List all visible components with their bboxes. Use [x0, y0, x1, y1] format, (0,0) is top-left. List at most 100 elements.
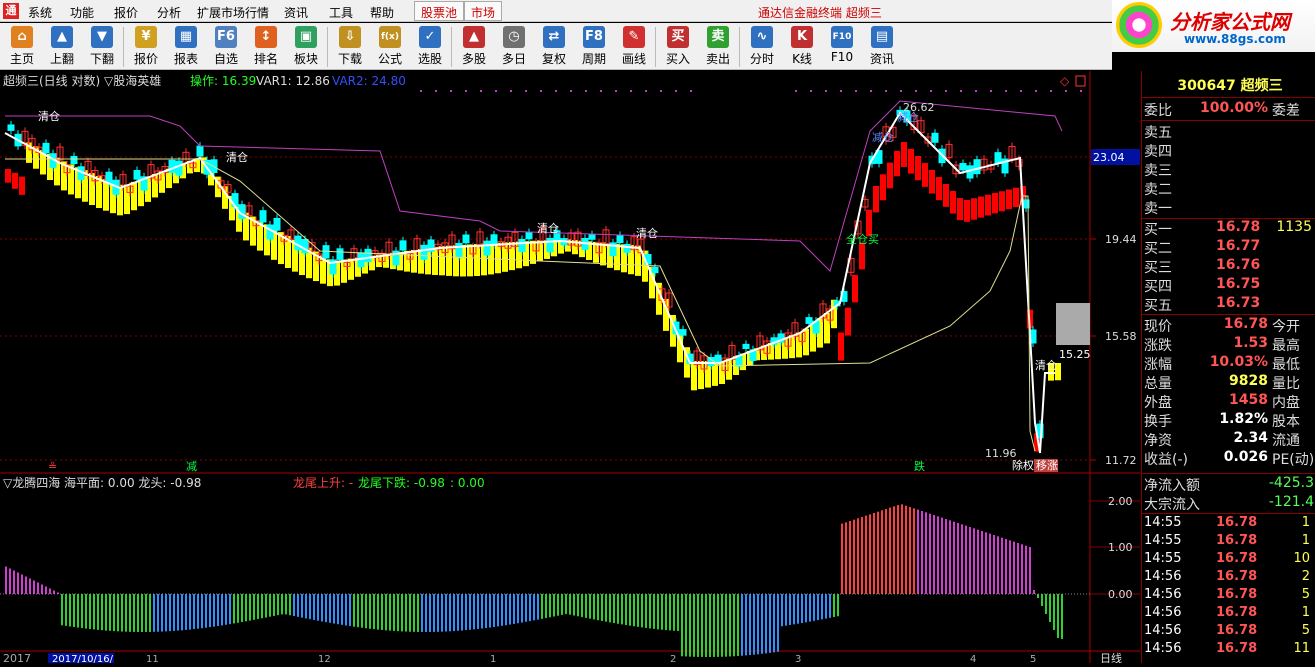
sub-indicator-bar [985, 532, 987, 594]
quote-label: 收益(-) [1144, 452, 1188, 468]
sub-indicator-bar [645, 594, 647, 628]
signal-dot [1080, 90, 1082, 92]
toolbar-button-6[interactable]: F6 自选 [206, 25, 246, 69]
menu-help[interactable]: 帮助 [370, 4, 394, 21]
tab-stock-pool[interactable]: 股票池 [414, 1, 465, 21]
signal-dot [510, 90, 512, 92]
sub-indicator-bar [785, 594, 787, 626]
toolbar-button-21[interactable]: F10 F10 [822, 25, 862, 69]
sub-indicator-bar [85, 594, 87, 629]
band-segment [348, 258, 354, 280]
buy-row[interactable]: 买四 16.75 [1144, 276, 1315, 295]
toolbar-button-8[interactable]: ▣ 板块 [286, 25, 326, 69]
menu-function[interactable]: 功能 [70, 4, 94, 21]
sub-indicator-bar [725, 594, 727, 657]
buy-price: 16.77 [1216, 238, 1261, 254]
menu-extended-market[interactable]: 扩展市场行情 [197, 4, 269, 21]
toolbar-button-14[interactable]: ⇄ 复权 [534, 25, 574, 69]
toolbar-button-20[interactable]: K K线 [782, 25, 822, 69]
toolbar-button-16[interactable]: ✎ 画线 [614, 25, 654, 69]
sell-row[interactable]: 卖三 [1144, 160, 1315, 179]
sub-indicator-bar [705, 594, 707, 657]
sub-indicator-bar [97, 594, 99, 630]
sub-indicator-bar [149, 594, 151, 632]
sub-indicator-bar [349, 594, 351, 627]
sell-row[interactable]: 卖五 [1144, 122, 1315, 141]
menu-news[interactable]: 资讯 [284, 4, 308, 21]
signal-dot [495, 90, 497, 92]
toolbar-button-3[interactable]: ▼ 下翻 [82, 25, 122, 69]
buy-row[interactable]: 买二 16.77 [1144, 238, 1315, 257]
sub-indicator-bar [289, 594, 291, 616]
toolbar-button-label: 报表 [173, 52, 198, 66]
sub-indicator-bar [669, 594, 671, 631]
toolbar-button-18[interactable]: 卖卖出 [698, 25, 738, 69]
sub-indicator-bar [817, 594, 819, 621]
quote-label-2: 最低 [1272, 357, 1300, 373]
menu-system[interactable]: 系统 [28, 4, 52, 21]
toolbar-button-2[interactable]: ▲ 上翻 [42, 25, 82, 69]
sub-indicator-bar [797, 594, 799, 624]
signal-dot [795, 90, 797, 92]
buy-label: 买四 [1144, 279, 1172, 295]
candle-body [931, 132, 939, 143]
toolbar-button-7[interactable]: ↕ 排名 [246, 25, 286, 69]
sell-row[interactable]: 卖四 [1144, 141, 1315, 160]
sub-indicator-bar [721, 594, 723, 657]
sub-indicator-bar [825, 594, 827, 619]
toolbar-button-22[interactable]: ▤ 资讯 [862, 25, 902, 69]
candle-body [105, 171, 113, 184]
menu-analysis[interactable]: 分析 [157, 4, 181, 21]
sub-indicator-bar [981, 531, 983, 594]
toolbar-button-15[interactable]: F8 周期 [574, 25, 614, 69]
toolbar-button-13[interactable]: ◷ 多日 [494, 25, 534, 69]
quote-label-2: 今开 [1272, 319, 1300, 335]
candle-body [70, 155, 78, 165]
chart-area[interactable]: 超频三(日线 对数) ▽股海英雄 操作: 16.39 VAR1: 12.86 V… [0, 71, 1140, 665]
diamond-icon[interactable]: ◇ [1060, 74, 1070, 88]
sub-indicator-bar [777, 594, 779, 652]
quote-row: 净资 2.34 流通 [1144, 430, 1315, 449]
toolbar-button-12[interactable]: ▲ 多股 [454, 25, 494, 69]
sub-indicator-bar [89, 594, 91, 630]
adjust-icon: ⇄ [543, 26, 565, 48]
sub-indicator-bar [733, 594, 735, 657]
sub-indicator-bar [609, 594, 611, 623]
toolbar-button-17[interactable]: 买买入 [658, 25, 698, 69]
band-segment [691, 361, 697, 391]
buy-row[interactable]: 买一 16.78 1135 [1144, 219, 1315, 238]
sub-indicator-bar [417, 594, 419, 632]
menu-quote[interactable]: 报价 [114, 4, 138, 21]
toolbar-button-11[interactable]: ✓ 选股 [410, 25, 450, 69]
brand-url: www.88gs.com [1184, 32, 1286, 46]
sub-indicator-bar [653, 594, 655, 629]
sub-indicator-bar [933, 515, 935, 594]
candle-body [518, 238, 526, 252]
toolbar-button-4[interactable]: ¥ 报价 [126, 25, 166, 69]
menu-tools[interactable]: 工具 [329, 4, 353, 21]
sub-indicator-bar [281, 594, 283, 615]
f10-icon: F10 [831, 26, 853, 48]
signal-dot [975, 90, 977, 92]
sub-indicator-bar [701, 594, 703, 657]
sub-indicator-bar [429, 594, 431, 632]
sell-row[interactable]: 卖二 [1144, 179, 1315, 198]
toolbar-button-5[interactable]: ▦ 报表 [166, 25, 206, 69]
toolbar-button-10[interactable]: f(x) 公式 [370, 25, 410, 69]
clear-annotation-1: 清仓 [38, 109, 60, 123]
tick-volume: 5 [1301, 623, 1310, 638]
buy-row[interactable]: 买三 16.76 [1144, 257, 1315, 276]
sub-indicator-bar [549, 594, 551, 618]
sub-indicator-bar [165, 594, 167, 632]
scroll-thumb[interactable] [1056, 303, 1090, 345]
sell-row[interactable]: 卖一 [1144, 198, 1315, 217]
candle-body [175, 160, 183, 176]
tab-market[interactable]: 市场 [464, 1, 503, 21]
signal-dot [600, 90, 602, 92]
toolbar-button-label: F10 [830, 50, 854, 64]
toolbar-button-19[interactable]: ∿ 分时 [742, 25, 782, 69]
kline-chart[interactable]: 超频三(日线 对数) ▽股海英雄 操作: 16.39 VAR1: 12.86 V… [0, 71, 1140, 665]
toolbar-button-9[interactable]: ⇩ 下载 [330, 25, 370, 69]
buy-row[interactable]: 买五 16.73 [1144, 295, 1315, 314]
toolbar-button-1[interactable]: ⌂ 主页 [2, 25, 42, 69]
